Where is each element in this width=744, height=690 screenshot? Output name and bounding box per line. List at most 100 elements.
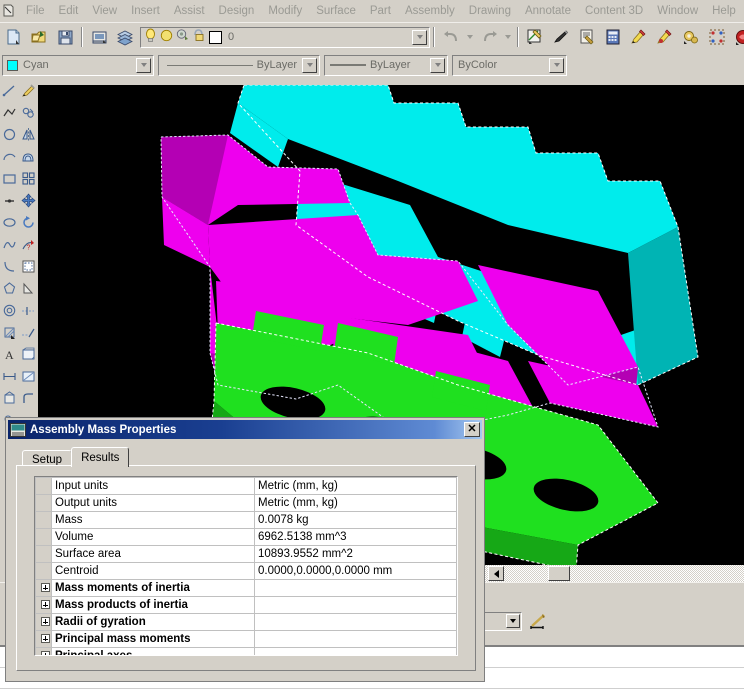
undo-icon[interactable] [439, 26, 463, 49]
layer-color-swatch-icon[interactable] [209, 30, 222, 44]
menu-assembly[interactable]: Assembly [398, 2, 462, 20]
offset-tool-icon[interactable] [19, 145, 38, 167]
layer-combo[interactable]: 0 [140, 26, 430, 48]
scroll-left-arrow-icon[interactable] [488, 566, 504, 581]
menu-content-3d[interactable]: Content 3D [578, 2, 650, 20]
layers-icon[interactable] [113, 26, 137, 49]
redo-dropdown-arrow-icon[interactable] [503, 26, 513, 49]
close-icon[interactable]: ✕ [464, 422, 480, 437]
render-icon[interactable] [731, 26, 744, 49]
trim-tool-icon[interactable] [19, 299, 38, 321]
mass-properties-grid[interactable]: Input units Metric (mm, kg) Output units Me… [34, 476, 458, 656]
edit-entity-icon[interactable] [523, 26, 547, 49]
array-tool-icon[interactable] [19, 167, 38, 189]
highlight-yellow-icon[interactable] [627, 26, 651, 49]
print-icon[interactable] [87, 26, 111, 49]
assembly-mass-properties-dialog[interactable]: Assembly Mass Properties ✕ Setup Results … [5, 417, 485, 682]
align-tool-icon[interactable]: ? [19, 233, 38, 255]
calculator-icon[interactable] [601, 26, 625, 49]
new-document-icon[interactable] [1, 26, 25, 49]
expand-plus-icon[interactable] [35, 596, 52, 614]
polygon-tool-icon[interactable] [0, 277, 19, 299]
lineweight-combo[interactable]: ByLayer [324, 54, 448, 76]
expand-plus-icon[interactable] [35, 579, 52, 597]
table-row[interactable]: Mass products of inertia [35, 596, 457, 614]
color-combo[interactable]: Cyan [2, 54, 154, 76]
polyline-tool-icon[interactable] [0, 101, 19, 123]
expand-plus-icon[interactable] [35, 613, 52, 631]
move-tool-icon[interactable] [19, 189, 38, 211]
printstyle-combo-arrow-icon[interactable] [549, 57, 564, 73]
layer-lock-icon[interactable] [191, 27, 206, 47]
open-folder-icon[interactable] [27, 26, 51, 49]
menu-help[interactable]: Help [705, 2, 743, 20]
layer-freeze-icon[interactable] [175, 27, 190, 47]
block-tool-icon[interactable] [0, 387, 19, 409]
menu-design[interactable]: Design [212, 2, 262, 20]
fillet-tool-icon[interactable] [19, 387, 38, 409]
circle-tool-icon[interactable] [0, 123, 19, 145]
gears-icon[interactable] [679, 26, 703, 49]
point-tool-icon[interactable] [0, 189, 19, 211]
table-row[interactable]: Mass moments of inertia [35, 579, 457, 597]
table-row[interactable]: Radii of gyration [35, 613, 457, 631]
expand-plus-icon[interactable] [35, 630, 52, 648]
lightbulb-on-icon[interactable] [143, 27, 158, 47]
printstyle-combo[interactable]: ByColor [452, 54, 567, 76]
stretch-tool-icon[interactable] [19, 277, 38, 299]
menu-window[interactable]: Window [650, 2, 705, 20]
lightbulb-off-icon[interactable] [159, 27, 174, 47]
grid-snap-icon[interactable] [705, 26, 729, 49]
table-row[interactable]: Output units Metric (mm, kg) [35, 494, 457, 512]
table-row[interactable]: Centroid 0.0000,0.0000,0.0000 mm [35, 562, 457, 580]
menu-view[interactable]: View [85, 2, 124, 20]
redo-icon[interactable] [477, 26, 501, 49]
dimension-tool-icon[interactable] [0, 365, 19, 387]
line-tool-icon[interactable] [0, 79, 19, 101]
tab-results[interactable]: Results [71, 447, 130, 467]
menu-part[interactable]: Part [363, 2, 398, 20]
donut-tool-icon[interactable] [0, 299, 19, 321]
text-tool-icon[interactable]: A [0, 343, 19, 365]
linetype-combo[interactable]: ByLayer [158, 54, 320, 76]
explode-tool-icon[interactable] [19, 365, 38, 387]
rectangle-tool-icon[interactable] [0, 167, 19, 189]
lineweight-combo-arrow-icon[interactable] [430, 57, 445, 73]
paint-brush-icon[interactable] [19, 79, 38, 101]
menu-edit[interactable]: Edit [52, 2, 86, 20]
hatch-tool-icon[interactable] [0, 321, 19, 343]
table-row[interactable]: Surface area 10893.9552 mm^2 [35, 545, 457, 563]
menu-assist[interactable]: Assist [167, 2, 212, 20]
curve-tool-icon[interactable] [0, 255, 19, 277]
scrollbar-thumb[interactable] [548, 566, 570, 581]
table-row[interactable]: Input units Metric (mm, kg) [35, 477, 457, 495]
break-tool-icon[interactable] [19, 343, 38, 365]
color-combo-arrow-icon[interactable] [136, 57, 151, 73]
table-row[interactable]: Principal mass moments [35, 630, 457, 648]
layer-combo-arrow-icon[interactable] [412, 29, 427, 45]
dimension-tool-button[interactable] [525, 610, 550, 634]
save-disk-icon[interactable] [53, 26, 77, 49]
table-row[interactable]: Principal axes [35, 647, 457, 655]
ellipse-tool-icon[interactable] [0, 211, 19, 233]
mirror-tool-icon[interactable] [19, 123, 38, 145]
menu-insert[interactable]: Insert [124, 2, 167, 20]
properties-icon[interactable] [575, 26, 599, 49]
undo-dropdown-arrow-icon[interactable] [465, 26, 475, 49]
spline-tool-icon[interactable] [0, 233, 19, 255]
menu-annotate[interactable]: Annotate [518, 2, 578, 20]
extend-tool-icon[interactable] [19, 321, 38, 343]
menu-drawing[interactable]: Drawing [462, 2, 518, 20]
copy-tool-icon[interactable] [19, 101, 38, 123]
table-row[interactable]: Volume 6962.5138 mm^3 [35, 528, 457, 546]
menu-surface[interactable]: Surface [309, 2, 363, 20]
arc-tool-icon[interactable] [0, 145, 19, 167]
highlight-red-icon[interactable] [653, 26, 677, 49]
linetype-combo-arrow-icon[interactable] [302, 57, 317, 73]
scale-tool-icon[interactable] [19, 255, 38, 277]
menu-file[interactable]: File [19, 2, 52, 20]
rotate-tool-icon[interactable] [19, 211, 38, 233]
pen-icon[interactable] [549, 26, 573, 49]
dialog-title-bar[interactable]: Assembly Mass Properties ✕ [8, 420, 482, 439]
dimension-style-combo-arrow-icon[interactable] [506, 614, 520, 628]
